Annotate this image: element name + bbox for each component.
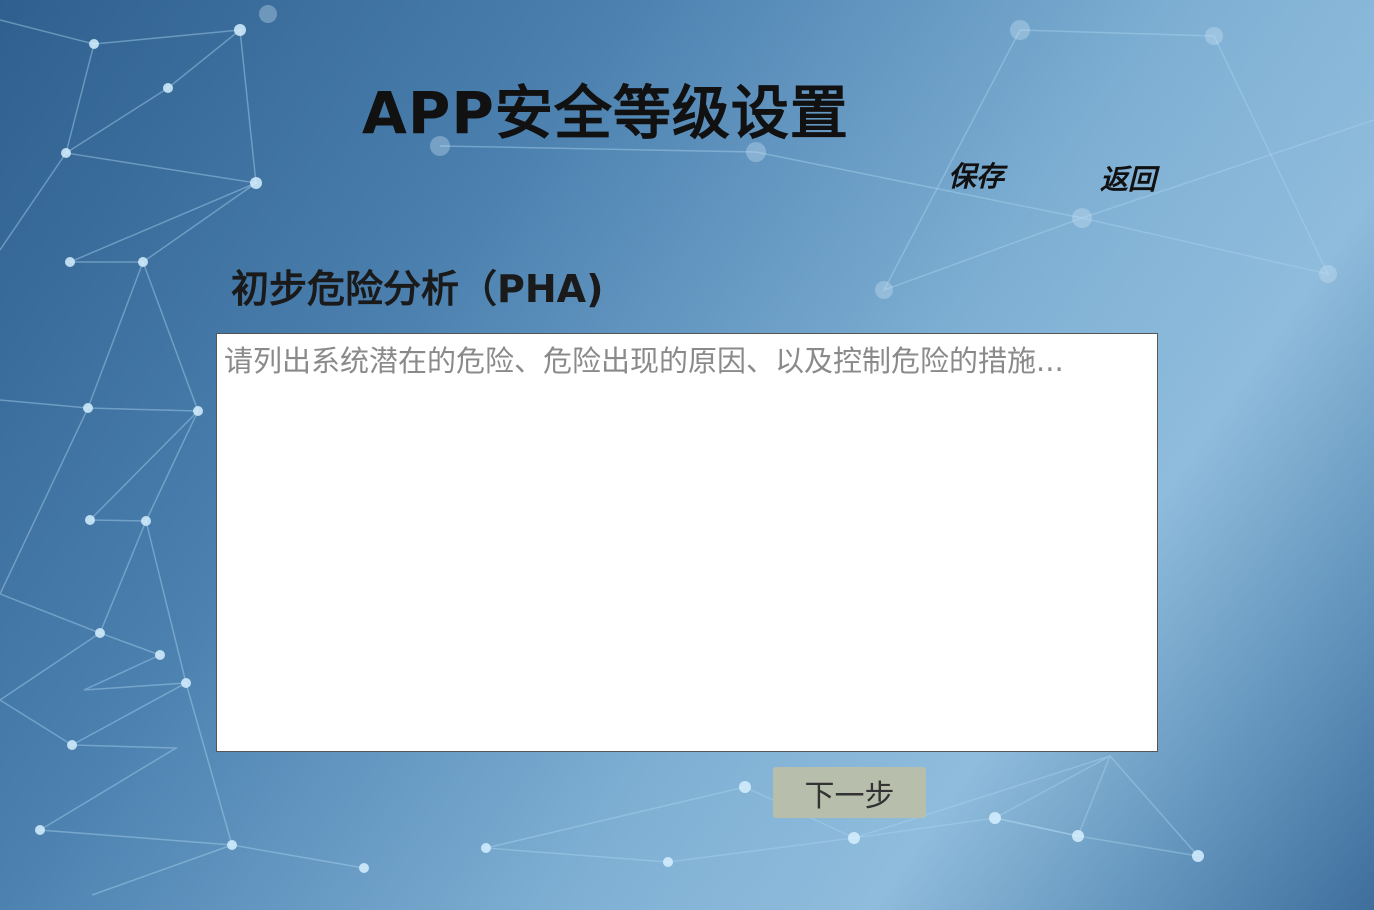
pha-analysis-input[interactable] bbox=[216, 333, 1158, 752]
save-link[interactable]: 保存 bbox=[948, 155, 1004, 195]
back-link[interactable]: 返回 bbox=[1100, 158, 1156, 198]
page-title: APP安全等级设置 bbox=[362, 79, 849, 147]
section-title: 初步危险分析（PHA) bbox=[231, 267, 604, 311]
next-step-button[interactable]: 下一步 bbox=[773, 767, 926, 818]
